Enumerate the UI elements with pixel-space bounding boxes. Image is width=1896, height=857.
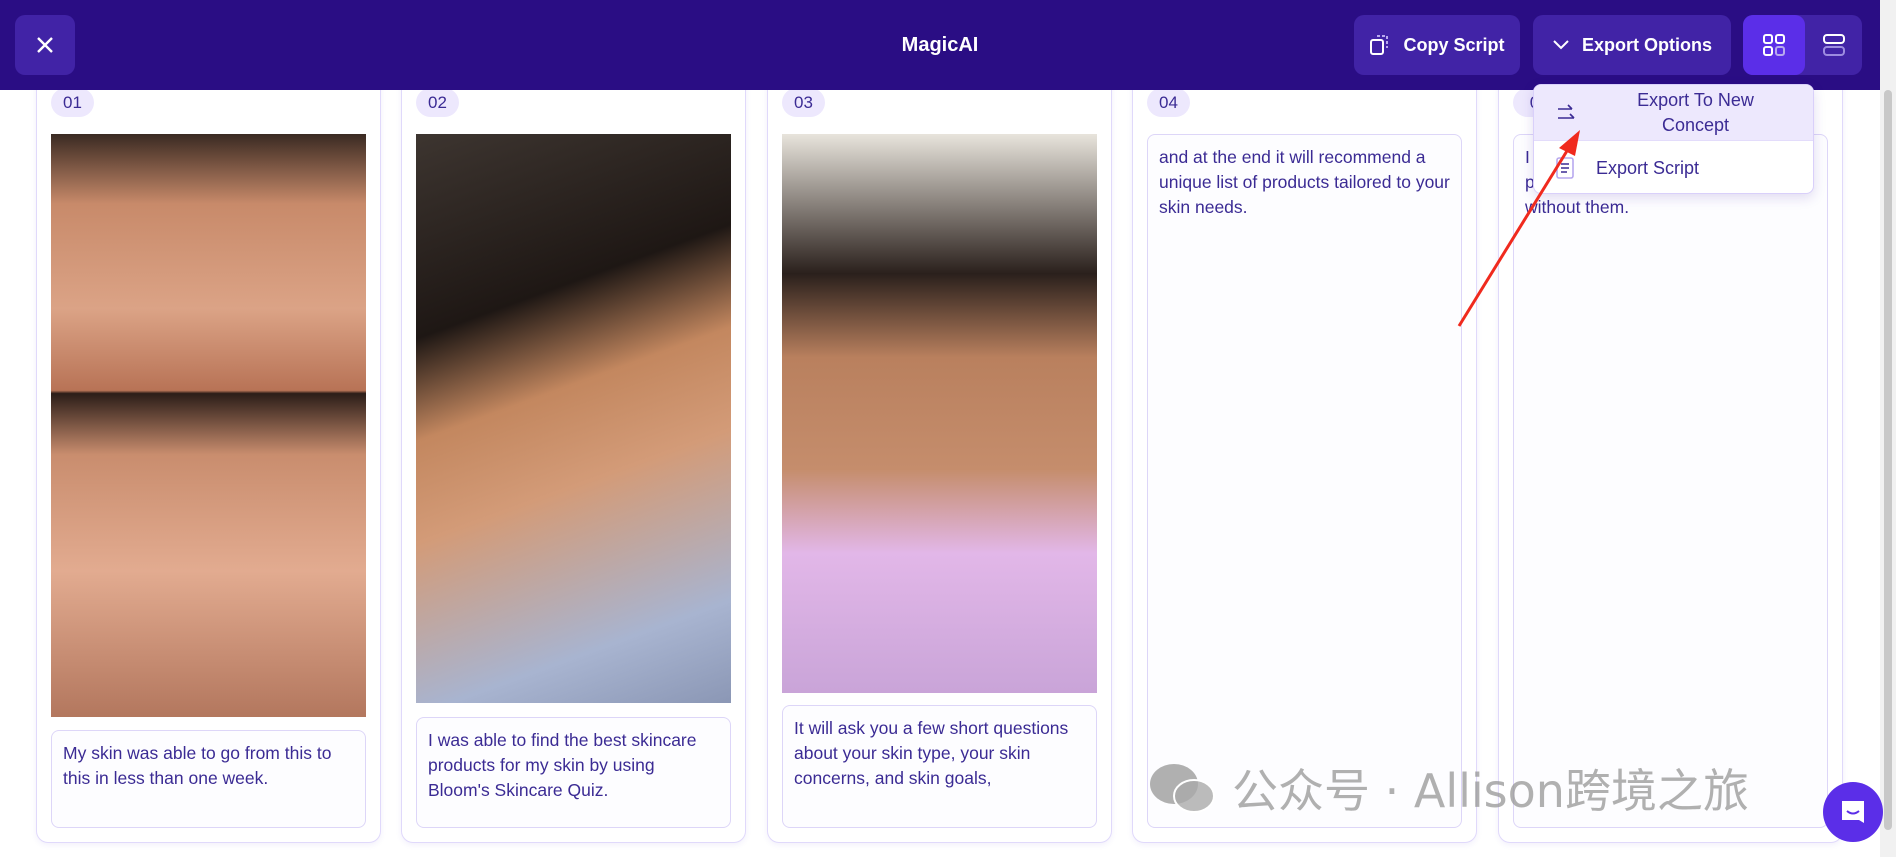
copy-script-label: Copy Script	[1403, 34, 1505, 55]
scene-image	[416, 134, 731, 703]
scene-script-text[interactable]: It will ask you a few short questions ab…	[782, 705, 1097, 828]
chat-icon	[1842, 801, 1864, 823]
list-view-button[interactable]	[1805, 15, 1862, 75]
scene-image	[782, 134, 1097, 693]
scrollbar-thumb[interactable]	[1884, 90, 1892, 830]
scene-script-text[interactable]: I p without them.	[1513, 134, 1828, 828]
chevron-down-icon	[1553, 40, 1569, 50]
scene-script-text[interactable]: and at the end it will recommend a uniqu…	[1147, 134, 1462, 828]
scene-card-2[interactable]: 02 I was able to find the best skincare …	[401, 70, 746, 843]
view-toggle	[1743, 15, 1862, 75]
scene-number: 04	[1147, 88, 1190, 117]
scene-number: 03	[782, 88, 825, 117]
document-icon	[1556, 157, 1574, 179]
copy-script-button[interactable]: Copy Script	[1354, 15, 1520, 75]
header: MagicAI Copy Script Export Options	[0, 0, 1880, 90]
export-to-new-concept-label: Export To New Concept	[1637, 89, 1754, 135]
watermark: 公众号 · Allison跨境之旅	[1146, 755, 1749, 821]
wechat-icon	[1150, 764, 1215, 813]
scrollbar[interactable]	[1880, 0, 1896, 857]
export-script-item[interactable]: Export Script	[1534, 141, 1813, 193]
scene-script-text[interactable]: I was able to find the best skincare pro…	[416, 717, 731, 828]
watermark-text: 公众号 · Allison跨境之旅	[1232, 764, 1749, 818]
list-view-icon	[1822, 34, 1845, 56]
grid-view-icon	[1763, 34, 1785, 56]
scene-card-4[interactable]: 04 and at the end it will recommend a un…	[1132, 70, 1477, 843]
scene-card-3[interactable]: 03 It will ask you a few short questions…	[767, 70, 1112, 843]
arrow-right-icon	[1558, 103, 1575, 119]
grid-view-button[interactable]	[1743, 15, 1805, 75]
scene-card-1[interactable]: 01 My skin was able to go from this to t…	[36, 70, 381, 843]
export-options-dropdown: Export To New Concept Export Script	[1533, 84, 1814, 194]
export-to-new-concept-item[interactable]: Export To New Concept	[1534, 85, 1813, 141]
scene-script-text[interactable]: My skin was able to go from this to this…	[51, 730, 366, 828]
scene-number: 02	[416, 88, 459, 117]
export-options-label: Export Options	[1582, 34, 1712, 55]
scene-number: 01	[51, 88, 94, 117]
chat-launcher-button[interactable]	[1823, 782, 1883, 842]
scene-image	[51, 134, 366, 717]
export-script-label: Export Script	[1596, 157, 1700, 178]
script-line: without them.	[1525, 197, 1630, 217]
copy-icon	[1370, 35, 1389, 55]
export-options-button[interactable]: Export Options	[1533, 15, 1731, 75]
